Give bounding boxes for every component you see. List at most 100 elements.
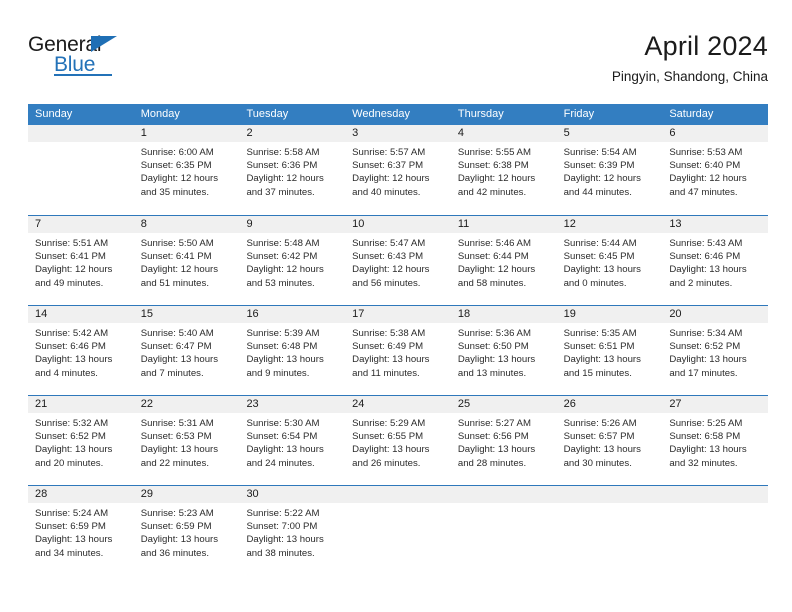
day-detail-line: Sunrise: 5:40 AM — [140, 328, 214, 339]
day-detail-line: Sunset: 6:50 PM — [457, 341, 529, 353]
day-cell-20[interactable]: 20 Sunrise: 5:34 AM Sunset: 6:52 PM Dayligh… — [662, 306, 768, 396]
day-cell-22[interactable]: 22 Sunrise: 5:31 AM Sunset: 6:53 PM Dayligh… — [134, 396, 240, 486]
page-title: April 2024 — [644, 31, 768, 61]
day-detail-line: Sunset: 6:39 PM — [563, 160, 635, 172]
day-cell-24[interactable]: 24 Sunrise: 5:29 AM Sunset: 6:55 PM Dayligh… — [345, 396, 451, 486]
day-cell-14[interactable]: 14 Sunrise: 5:42 AM Sunset: 6:46 PM Dayligh… — [28, 306, 134, 396]
day-detail-line: and 0 minutes. — [563, 277, 627, 289]
day-cell-2[interactable]: 2 Sunrise: 5:58 AM Sunset: 6:36 PM Daylight… — [239, 125, 345, 215]
day-detail-line: Daylight: 13 hours — [563, 354, 641, 366]
day-detail-lines: Sunrise: 5:40 AM Sunset: 6:47 PM Daylight:… — [141, 327, 237, 380]
day-detail-line: and 58 minutes. — [457, 277, 527, 289]
day-detail-line: Sunrise: 5:34 AM — [669, 328, 743, 339]
day-number: 19 — [563, 308, 576, 320]
day-detail-line: Daylight: 12 hours — [140, 173, 219, 185]
day-detail-lines: Sunrise: 5:48 AM Sunset: 6:42 PM Daylight:… — [246, 237, 342, 290]
day-cell-27[interactable]: 27 Sunrise: 5:25 AM Sunset: 6:58 PM Dayligh… — [662, 396, 768, 486]
day-detail-line: Daylight: 13 hours — [352, 444, 430, 456]
day-cell-11[interactable]: 11 Sunrise: 5:46 AM Sunset: 6:44 PM Dayligh… — [451, 216, 557, 306]
day-detail-line: Sunrise: 5:24 AM — [35, 508, 109, 519]
day-detail-lines: Sunrise: 5:58 AM Sunset: 6:36 PM Daylight:… — [246, 146, 342, 199]
day-detail-line: Daylight: 13 hours — [563, 444, 641, 456]
day-number: 2 — [246, 127, 253, 139]
day-detail-lines: Sunrise: 5:43 AM Sunset: 6:46 PM Daylight:… — [669, 237, 765, 290]
day-detail-lines: Sunrise: 5:44 AM Sunset: 6:45 PM Daylight:… — [564, 237, 660, 290]
day-detail-line: and 20 minutes. — [35, 457, 104, 469]
weekday-header-friday: Friday — [563, 108, 595, 120]
day-number: 11 — [457, 218, 470, 230]
day-cell-7[interactable]: 7 Sunrise: 5:51 AM Sunset: 6:41 PM Daylight… — [28, 216, 134, 306]
day-number — [458, 486, 554, 503]
day-detail-line: and 17 minutes. — [669, 367, 738, 379]
day-detail-line: Daylight: 12 hours — [563, 173, 641, 185]
blue-triangle-icon — [91, 36, 117, 52]
day-detail-line: and 53 minutes. — [246, 277, 315, 289]
day-number: 14 — [35, 308, 48, 320]
day-detail-line: Sunrise: 5:42 AM — [35, 328, 109, 339]
calendar-week-row: 28 Sunrise: 5:24 AM Sunset: 6:59 PM Dayligh… — [28, 485, 768, 575]
day-detail-line: Sunrise: 5:32 AM — [35, 418, 109, 429]
day-detail-line: and 42 minutes. — [457, 186, 527, 198]
day-detail-lines: Sunrise: 5:31 AM Sunset: 6:53 PM Daylight:… — [141, 417, 237, 470]
day-detail-line: Daylight: 13 hours — [35, 354, 113, 366]
day-cell-group: 1 Sunrise: 6:00 AM Sunset: 6:35 PM Daylight… — [28, 125, 768, 215]
day-cell-empty — [557, 486, 663, 576]
day-cell-8[interactable]: 8 Sunrise: 5:50 AM Sunset: 6:41 PM Daylight… — [134, 216, 240, 306]
day-cell-29[interactable]: 29 Sunrise: 5:23 AM Sunset: 6:59 PM Dayligh… — [134, 486, 240, 576]
day-number: 18 — [457, 308, 471, 320]
day-cell-13[interactable]: 13 Sunrise: 5:43 AM Sunset: 6:46 PM Dayligh… — [662, 216, 768, 306]
generalblue-logo[interactable]: General Blue — [28, 30, 136, 78]
day-detail-lines: Sunrise: 5:29 AM Sunset: 6:55 PM Daylight:… — [352, 417, 448, 470]
day-cell-16[interactable]: 16 Sunrise: 5:39 AM Sunset: 6:48 PM Dayligh… — [239, 306, 345, 396]
day-detail-line: Sunset: 6:46 PM — [35, 341, 106, 353]
day-cell-28[interactable]: 28 Sunrise: 5:24 AM Sunset: 6:59 PM Dayligh… — [28, 486, 134, 576]
day-detail-line: Daylight: 13 hours — [140, 354, 219, 366]
page-subtitle: Pingyin, Shandong, China — [611, 69, 768, 84]
day-cell-1[interactable]: 1 Sunrise: 6:00 AM Sunset: 6:35 PM Daylight… — [134, 125, 240, 215]
weekday-header-sunday: Sunday — [35, 108, 73, 120]
day-cell-3[interactable]: 3 Sunrise: 5:57 AM Sunset: 6:37 PM Daylight… — [345, 125, 451, 215]
day-cell-5[interactable]: 5 Sunrise: 5:54 AM Sunset: 6:39 PM Daylight… — [557, 125, 663, 215]
day-cell-19[interactable]: 19 Sunrise: 5:35 AM Sunset: 6:51 PM Dayligh… — [557, 306, 663, 396]
day-detail-line: Sunset: 6:40 PM — [669, 160, 741, 172]
day-detail-line: Daylight: 12 hours — [246, 264, 324, 276]
day-cell-25[interactable]: 25 Sunrise: 5:27 AM Sunset: 6:56 PM Dayligh… — [451, 396, 557, 486]
day-detail-lines: Sunrise: 5:36 AM Sunset: 6:50 PM Daylight:… — [458, 327, 554, 380]
day-cell-21[interactable]: 21 Sunrise: 5:32 AM Sunset: 6:52 PM Dayligh… — [28, 396, 134, 486]
day-cell-9[interactable]: 9 Sunrise: 5:48 AM Sunset: 6:42 PM Daylight… — [239, 216, 345, 306]
day-cell-6[interactable]: 6 Sunrise: 5:53 AM Sunset: 6:40 PM Daylight… — [662, 125, 768, 215]
day-detail-line: and 40 minutes. — [352, 186, 421, 198]
day-detail-line: and 11 minutes. — [352, 367, 420, 379]
day-detail-lines: Sunrise: 5:47 AM Sunset: 6:43 PM Daylight:… — [352, 237, 448, 290]
day-cell-23[interactable]: 23 Sunrise: 5:30 AM Sunset: 6:54 PM Dayligh… — [239, 396, 345, 486]
day-cell-26[interactable]: 26 Sunrise: 5:26 AM Sunset: 6:57 PM Dayligh… — [557, 396, 663, 486]
day-cell-10[interactable]: 10 Sunrise: 5:47 AM Sunset: 6:43 PM Dayligh… — [345, 216, 451, 306]
day-cell-4[interactable]: 4 Sunrise: 5:55 AM Sunset: 6:38 PM Daylight… — [451, 125, 557, 215]
day-detail-line: Daylight: 13 hours — [246, 354, 324, 366]
day-detail-line: Daylight: 13 hours — [563, 264, 641, 276]
day-detail-line: Sunrise: 5:44 AM — [563, 238, 637, 249]
weekday-header-saturday: Saturday — [669, 108, 714, 120]
day-detail-line: Sunset: 6:55 PM — [352, 431, 424, 443]
day-detail-line: Sunset: 6:45 PM — [563, 251, 635, 263]
day-detail-line: Sunrise: 5:35 AM — [563, 328, 637, 339]
day-detail-line: Daylight: 13 hours — [457, 354, 536, 366]
day-detail-line: Sunrise: 5:58 AM — [246, 147, 320, 158]
day-number — [564, 486, 660, 503]
day-cell-30[interactable]: 30 Sunrise: 5:22 AM Sunset: 7:00 PM Dayligh… — [239, 486, 345, 576]
calendar-table: Sunday Monday Tuesday Wednesday Thursday Frid… — [28, 104, 768, 575]
day-detail-line: Sunset: 6:52 PM — [35, 431, 106, 443]
day-detail-lines: Sunrise: 5:42 AM Sunset: 6:46 PM Daylight:… — [35, 327, 131, 380]
calendar-page: General Blue April 2024 Pingyin, Shandon… — [0, 0, 792, 612]
day-detail-line: Sunset: 6:37 PM — [352, 160, 424, 172]
day-detail-lines: Sunrise: 5:27 AM Sunset: 6:56 PM Daylight:… — [458, 417, 554, 470]
day-number: 15 — [140, 308, 153, 320]
day-cell-17[interactable]: 17 Sunrise: 5:38 AM Sunset: 6:49 PM Dayligh… — [345, 306, 451, 396]
day-cell-18[interactable]: 18 Sunrise: 5:36 AM Sunset: 6:50 PM Dayligh… — [451, 306, 557, 396]
day-detail-line: and 32 minutes. — [669, 457, 738, 469]
day-detail-line: Daylight: 12 hours — [457, 173, 536, 185]
day-cell-15[interactable]: 15 Sunrise: 5:40 AM Sunset: 6:47 PM Dayligh… — [134, 306, 240, 396]
day-cell-12[interactable]: 12 Sunrise: 5:44 AM Sunset: 6:45 PM Dayligh… — [557, 216, 663, 306]
day-detail-line: and 38 minutes. — [246, 547, 315, 559]
day-detail-line: Daylight: 13 hours — [457, 444, 536, 456]
